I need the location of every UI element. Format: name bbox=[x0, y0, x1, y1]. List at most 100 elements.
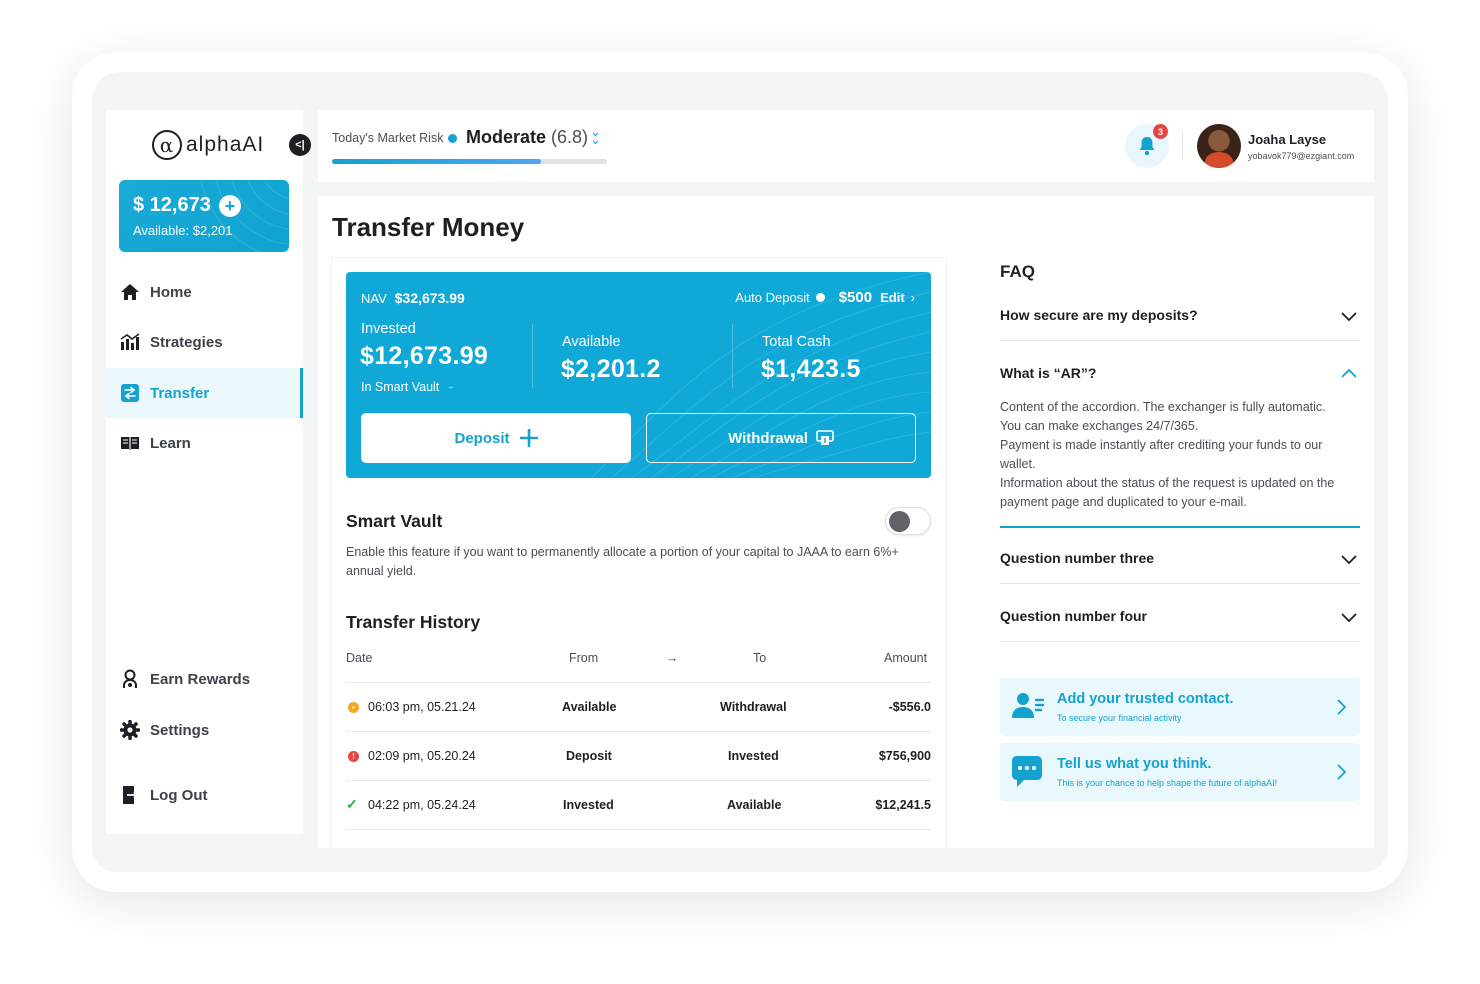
row-amount: $756,900 bbox=[878, 749, 931, 763]
chevron-down-icon[interactable] bbox=[1340, 307, 1358, 325]
edit-auto-deposit-link[interactable]: Edit bbox=[880, 290, 905, 305]
sidebar-item-learn[interactable]: Learn bbox=[106, 418, 303, 468]
home-icon bbox=[120, 282, 140, 302]
page-title: Transfer Money bbox=[332, 212, 525, 242]
table-row[interactable]: • 06:03 pm, 05.21.24 Available Withdrawa… bbox=[346, 682, 931, 731]
row-to: Withdrawal bbox=[720, 700, 787, 714]
chevron-right-icon bbox=[1337, 699, 1347, 715]
invested-value: $12,673.99 bbox=[360, 342, 489, 370]
faq-question-2[interactable]: What is “AR”? bbox=[1000, 365, 1360, 381]
table-row[interactable]: ! 02:09 pm, 05.20.24 Deposit Invested $7… bbox=[346, 731, 931, 780]
stat-divider bbox=[732, 324, 733, 388]
withdrawal-button-label: Withdrawal bbox=[728, 429, 808, 447]
pending-status-icon: • bbox=[348, 702, 359, 713]
sidebar-item-label: Earn Rewards bbox=[150, 670, 251, 688]
stat-divider bbox=[532, 324, 533, 388]
row-from: Deposit bbox=[566, 749, 612, 763]
column-header-from: From bbox=[569, 651, 599, 665]
market-risk-bar bbox=[332, 159, 607, 164]
auto-deposit: Auto Deposit $500 Edit › bbox=[735, 289, 915, 306]
smart-vault-amount-value: - bbox=[448, 380, 453, 394]
market-risk-label-text: Today's Market Risk bbox=[332, 131, 444, 145]
column-header-to: To bbox=[753, 651, 767, 665]
chevron-down-icon[interactable] bbox=[1340, 608, 1358, 626]
table-row-partial bbox=[346, 829, 931, 849]
faq-title: FAQ bbox=[1000, 262, 1035, 281]
logo-mark-icon: α bbox=[152, 130, 182, 160]
promo-subtitle: To secure your financial activity bbox=[1057, 713, 1182, 723]
row-from: Invested bbox=[563, 798, 614, 812]
sidebar-item-logout[interactable]: Log Out bbox=[106, 770, 303, 820]
sidebar-item-label: Home bbox=[150, 283, 192, 301]
info-icon[interactable] bbox=[815, 293, 825, 302]
rewards-icon bbox=[120, 669, 140, 689]
faq-answer-line: Information about the status of the requ… bbox=[1000, 476, 1335, 509]
chat-bubble-icon bbox=[1012, 756, 1042, 787]
feedback-card[interactable]: Tell us what you think. This is your cha… bbox=[1000, 743, 1360, 801]
deposit-button[interactable]: Deposit bbox=[361, 413, 631, 463]
sidebar-item-home[interactable]: Home bbox=[106, 267, 303, 317]
faq-answer: Content of the accordion. The exchanger … bbox=[1000, 398, 1360, 512]
failed-status-icon: ! bbox=[348, 751, 359, 762]
chevron-up-icon[interactable] bbox=[1340, 365, 1358, 383]
row-from: Available bbox=[562, 700, 617, 714]
card-wave-decoration bbox=[200, 180, 289, 252]
chevron-down-icon[interactable]: ⌄ ⌄ bbox=[590, 125, 601, 146]
row-to: Available bbox=[727, 798, 782, 812]
smart-vault-toggle[interactable] bbox=[885, 507, 931, 535]
invested-label: Invested bbox=[361, 321, 416, 337]
strategies-chart-icon bbox=[120, 332, 140, 352]
promo-title: Tell us what you think. bbox=[1057, 756, 1212, 772]
table-row[interactable]: ✓ 04:22 pm, 05.24.24 Invested Available … bbox=[346, 780, 931, 829]
smart-vault-title: Smart Vault bbox=[346, 511, 443, 531]
sidebar-item-earn-rewards[interactable]: Earn Rewards bbox=[106, 654, 303, 704]
faq-answer-line: Content of the accordion. The exchanger … bbox=[1000, 400, 1326, 414]
contact-icon bbox=[1012, 693, 1045, 718]
chevron-down-icon[interactable] bbox=[1340, 550, 1358, 568]
smart-vault-description: Enable this feature if you want to perma… bbox=[346, 545, 899, 578]
sidebar-item-settings[interactable]: Settings bbox=[106, 705, 303, 755]
auto-deposit-label: Auto Deposit bbox=[735, 290, 810, 305]
faq-question-3[interactable]: Question number three bbox=[1000, 550, 1360, 566]
promo-title: Add your trusted contact. bbox=[1057, 691, 1234, 707]
faq-question-1[interactable]: How secure are my deposits? bbox=[1000, 307, 1360, 323]
gear-icon bbox=[120, 720, 140, 740]
avatar[interactable] bbox=[1197, 124, 1241, 168]
notification-badge: 3 bbox=[1153, 124, 1168, 139]
faq-divider-active bbox=[1000, 526, 1360, 528]
user-name: Joaha Layse bbox=[1248, 132, 1327, 147]
sidebar-item-strategies[interactable]: Strategies bbox=[106, 317, 303, 367]
row-amount: -$556.0 bbox=[888, 700, 931, 714]
transfer-icon bbox=[120, 383, 140, 403]
column-header-date: Date bbox=[346, 651, 373, 665]
logo-text: alphaAI bbox=[186, 133, 265, 156]
toggle-knob bbox=[889, 511, 910, 532]
smart-vault-amount: In Smart Vault - bbox=[361, 380, 453, 394]
atm-withdraw-icon bbox=[816, 430, 834, 445]
sidebar-item-label: Strategies bbox=[150, 333, 223, 351]
faq-divider bbox=[1000, 641, 1360, 642]
trusted-contact-card[interactable]: Add your trusted contact. To secure your… bbox=[1000, 678, 1360, 736]
auto-deposit-value: $500 bbox=[838, 289, 873, 306]
faq-question-4[interactable]: Question number four bbox=[1000, 608, 1360, 624]
withdrawal-button[interactable]: Withdrawal bbox=[646, 413, 916, 463]
row-date: 04:22 pm, 05.24.24 bbox=[368, 798, 476, 812]
header-divider bbox=[1182, 132, 1183, 160]
faq-divider bbox=[1000, 340, 1360, 341]
collapse-sidebar-button[interactable]: <| bbox=[289, 134, 311, 156]
market-risk-value: Moderate (6.8) bbox=[466, 127, 588, 148]
market-risk-bar-fill bbox=[332, 159, 541, 164]
frame-bottom bbox=[92, 848, 1388, 872]
balance-card[interactable]: $ 12,673 + Available: $2,201 bbox=[119, 180, 289, 252]
transfer-history-title: Transfer History bbox=[346, 612, 481, 632]
row-to: Invested bbox=[728, 749, 779, 763]
total-cash-value: $1,423.5 bbox=[761, 355, 861, 383]
chevron-right-icon: › bbox=[910, 290, 915, 305]
promo-subtitle: This is your chance to help shape the fu… bbox=[1057, 778, 1278, 788]
sidebar-item-transfer[interactable]: Transfer bbox=[106, 368, 303, 418]
info-icon[interactable] bbox=[448, 133, 458, 143]
sidebar-item-label: Transfer bbox=[150, 384, 210, 402]
logo[interactable]: α alphaAI bbox=[152, 130, 264, 160]
book-icon bbox=[120, 433, 140, 453]
smart-vault-amount-label: In Smart Vault bbox=[361, 380, 440, 394]
